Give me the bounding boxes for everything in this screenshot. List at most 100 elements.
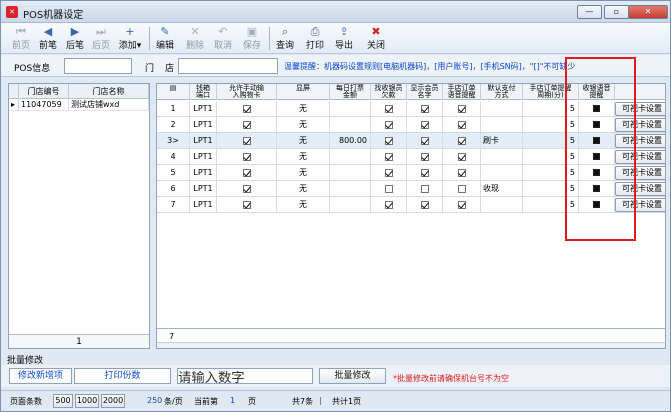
order-voice-cell[interactable] — [443, 149, 481, 164]
daily-amount-cell[interactable] — [330, 117, 371, 132]
member-name-cell[interactable] — [407, 149, 443, 164]
toolbar-edit-button[interactable]: ✎ 编辑 — [153, 25, 177, 52]
manual-card-cell[interactable] — [217, 101, 277, 116]
horizontal-scrollbar[interactable] — [157, 342, 665, 348]
display-cell[interactable]: 无 — [277, 117, 330, 132]
toolbar-add-button[interactable]: + 添加▾ — [116, 25, 144, 52]
manual-card-checkbox[interactable] — [242, 136, 251, 145]
member-name-cell[interactable] — [407, 117, 443, 132]
daily-amount-cell[interactable]: 800.00 — [330, 133, 371, 148]
manual-card-cell[interactable] — [217, 181, 277, 196]
manual-card-cell[interactable] — [217, 117, 277, 132]
cashier-arrears-cell[interactable] — [371, 181, 407, 196]
default-payment-cell[interactable]: 刷卡 — [481, 133, 523, 148]
order-voice-checkbox[interactable] — [457, 184, 466, 193]
toolbar-export-button[interactable]: ⇪ 导出 — [332, 25, 356, 52]
toolbar-prev-record-button[interactable]: ◀ 前笔 — [36, 25, 60, 52]
restore-button[interactable]: ▫ — [604, 5, 629, 19]
cashbox-port-cell[interactable]: LPT1 — [190, 165, 217, 180]
daily-amount-cell[interactable] — [330, 165, 371, 180]
cashier-arrears-checkbox[interactable] — [384, 152, 393, 161]
order-voice-cell[interactable] — [443, 117, 481, 132]
order-voice-checkbox[interactable] — [457, 136, 466, 145]
cashier-arrears-checkbox[interactable] — [384, 168, 393, 177]
pos-info-input[interactable] — [64, 58, 132, 74]
cashier-arrears-cell[interactable] — [371, 117, 407, 132]
toolbar-print-button[interactable]: ⎙ 打印 — [303, 25, 327, 52]
order-voice-cell[interactable] — [443, 181, 481, 196]
manual-card-checkbox[interactable] — [242, 168, 251, 177]
member-name-cell[interactable] — [407, 101, 443, 116]
cashier-arrears-cell[interactable] — [371, 149, 407, 164]
toolbar-last-page-button[interactable]: ⏭ 后页 — [89, 25, 113, 52]
order-voice-checkbox[interactable] — [457, 152, 466, 161]
order-voice-cell[interactable] — [443, 197, 481, 212]
cashbox-port-cell[interactable]: LPT1 — [190, 149, 217, 164]
daily-amount-cell[interactable] — [330, 181, 371, 196]
cashier-arrears-checkbox[interactable] — [384, 184, 393, 193]
member-name-checkbox[interactable] — [420, 120, 429, 129]
order-voice-cell[interactable] — [443, 101, 481, 116]
order-voice-checkbox[interactable] — [457, 120, 466, 129]
member-name-checkbox[interactable] — [420, 104, 429, 113]
cashier-arrears-cell[interactable] — [371, 101, 407, 116]
manual-card-checkbox[interactable] — [242, 184, 251, 193]
order-voice-cell[interactable] — [443, 133, 481, 148]
cashbox-port-cell[interactable]: LPT1 — [190, 197, 217, 212]
member-name-checkbox[interactable] — [420, 136, 429, 145]
order-voice-checkbox[interactable] — [457, 104, 466, 113]
cashier-arrears-checkbox[interactable] — [384, 104, 393, 113]
cashier-arrears-checkbox[interactable] — [384, 120, 393, 129]
default-payment-cell[interactable] — [481, 197, 523, 212]
cashbox-port-cell[interactable]: LPT1 — [190, 101, 217, 116]
number-input[interactable] — [177, 368, 313, 384]
page-size-1000-button[interactable]: 1000 — [75, 394, 99, 408]
manual-card-cell[interactable] — [217, 197, 277, 212]
toolbar-next-record-button[interactable]: ▶ 后笔 — [63, 25, 87, 52]
manual-card-checkbox[interactable] — [242, 200, 251, 209]
default-payment-cell[interactable] — [481, 101, 523, 116]
default-payment-cell[interactable] — [481, 165, 523, 180]
manual-card-cell[interactable] — [217, 165, 277, 180]
member-name-cell[interactable] — [407, 181, 443, 196]
toolbar-close-button[interactable]: ✖ 关闭 — [364, 25, 388, 52]
cashier-arrears-checkbox[interactable] — [384, 200, 393, 209]
manual-card-checkbox[interactable] — [242, 152, 251, 161]
page-size-500-button[interactable]: 500 — [53, 394, 73, 408]
modify-new-button[interactable]: 修改新增项 — [9, 368, 72, 384]
cashbox-port-cell[interactable]: LPT1 — [190, 117, 217, 132]
member-name-checkbox[interactable] — [420, 168, 429, 177]
window-close-button[interactable]: ✕ — [628, 5, 668, 19]
member-name-checkbox[interactable] — [420, 200, 429, 209]
store-input[interactable] — [178, 58, 278, 74]
member-name-cell[interactable] — [407, 197, 443, 212]
daily-amount-cell[interactable] — [330, 197, 371, 212]
cashbox-port-cell[interactable]: LPT1 — [190, 181, 217, 196]
cashier-arrears-cell[interactable] — [371, 133, 407, 148]
minimize-button[interactable]: — — [577, 5, 602, 19]
manual-card-checkbox[interactable] — [242, 104, 251, 113]
member-name-checkbox[interactable] — [420, 152, 429, 161]
cashbox-port-cell[interactable]: LPT1 — [190, 133, 217, 148]
daily-amount-cell[interactable] — [330, 101, 371, 116]
display-cell[interactable]: 无 — [277, 101, 330, 116]
default-payment-cell[interactable]: 收现 — [481, 181, 523, 196]
member-name-checkbox[interactable] — [420, 184, 429, 193]
toolbar-delete-button[interactable]: ✕ 删除 — [183, 25, 207, 52]
default-payment-cell[interactable] — [481, 117, 523, 132]
manual-card-cell[interactable] — [217, 149, 277, 164]
order-voice-checkbox[interactable] — [457, 168, 466, 177]
display-cell[interactable]: 无 — [277, 149, 330, 164]
toolbar-first-page-button[interactable]: ⏮ 前页 — [9, 25, 33, 52]
member-name-cell[interactable] — [407, 133, 443, 148]
cashier-arrears-cell[interactable] — [371, 165, 407, 180]
store-row[interactable]: ▸ 11047059 测试店铺wxd — [9, 99, 149, 111]
daily-amount-cell[interactable] — [330, 149, 371, 164]
order-voice-cell[interactable] — [443, 165, 481, 180]
manual-card-cell[interactable] — [217, 133, 277, 148]
display-cell[interactable]: 无 — [277, 197, 330, 212]
member-name-cell[interactable] — [407, 165, 443, 180]
print-count-button[interactable]: 打印份数 — [74, 368, 171, 384]
bulk-edit-button[interactable]: 批量修改 — [319, 368, 386, 384]
cashier-arrears-cell[interactable] — [371, 197, 407, 212]
